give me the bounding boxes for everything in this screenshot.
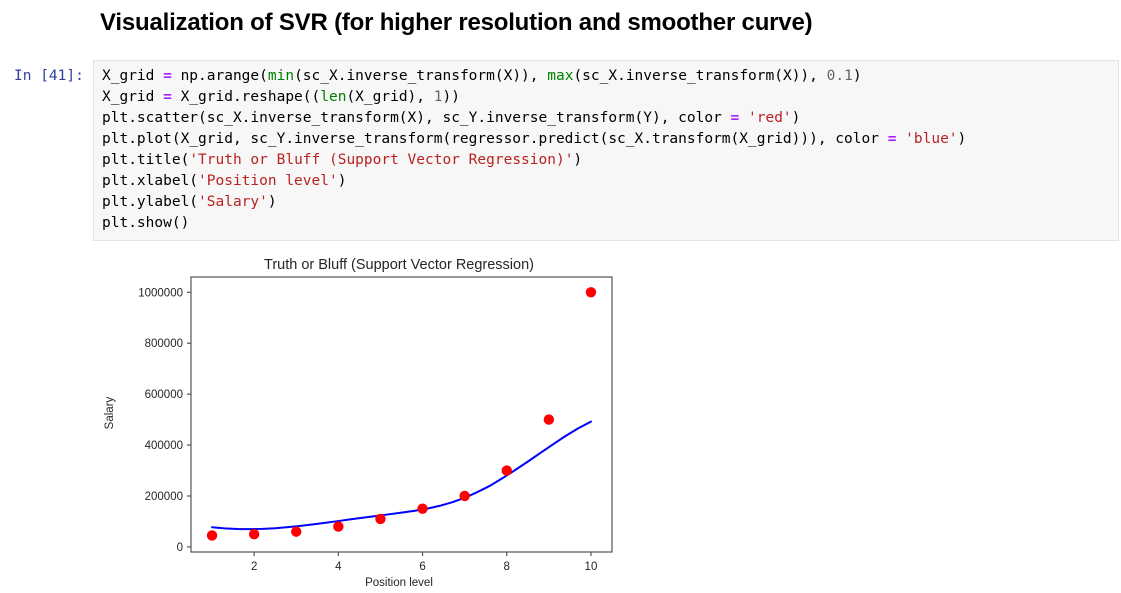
code-token: ) [337,173,347,189]
code-token: 'Salary' [198,194,268,210]
scatter-point [375,513,386,525]
code-token: min [267,68,295,84]
prediction-curve [211,420,592,531]
chart-title: Truth or Bluff (Support Vector Regressio… [264,257,534,273]
y-tick-label: 600000 [145,389,183,401]
scatter-point [417,503,428,514]
code-token: (sc_X.inverse_transform(X)), [573,68,827,84]
y-axis-label: Salary [104,396,116,429]
code-token: X_grid [102,68,164,84]
scatter-point [291,526,302,537]
code-token: plt.xlabel( [102,173,199,189]
scatter-point [459,490,470,502]
code-line: plt.plot(X_grid, sc_Y.inverse_transform(… [102,129,966,150]
scatter-point [206,530,218,541]
code-token: ) [957,131,967,147]
scatter-point [248,528,260,540]
y-axis-ticks: 0 200000 400000 600000 800000 1000000 [138,287,191,554]
x-tick-label: 6 [419,561,425,573]
code-token: = [163,68,172,84]
code-token: 'blue' [905,131,958,147]
scatter-point [585,287,597,298]
x-tick-label: 2 [251,561,257,573]
code-token: X_grid.reshape(( [171,89,321,105]
code-token: X_grid [102,89,164,105]
code-token: 'red' [748,110,792,126]
code-token: plt.show() [102,215,190,231]
code-token: plt.plot(X_grid, sc_Y.inverse_transform(… [102,131,888,147]
code-token: np.arange( [171,68,268,84]
code-token: 0.1 [826,68,853,84]
code-token: )) [442,89,460,105]
scatter-point [333,521,344,532]
y-tick-label: 0 [177,542,183,554]
x-tick-label: 4 [335,561,342,573]
code-token: plt.ylabel( [102,194,199,210]
y-tick-label: 400000 [145,440,183,452]
y-tick-label: 1000000 [138,287,183,299]
code-token: ) [267,194,277,210]
code-token: plt.title( [102,152,190,168]
code-token: 'Truth or Bluff (Support Vector Regressi… [189,152,574,168]
code-token: = [730,110,740,126]
x-axis-ticks: 2 4 6 8 10 [251,552,597,573]
page-title: Visualization of SVR (for higher resolut… [100,9,813,36]
y-tick-label: 200000 [145,491,183,503]
scatter-point [543,414,555,425]
code-token: plt.scatter(sc_X.inverse_transform(X), s… [102,110,731,126]
x-axis-label: Position level [365,577,433,589]
code-line: plt.ylabel('Salary') [102,192,966,213]
code-line: X_grid = np.arange(min(sc_X.inverse_tran… [102,66,966,87]
code-editor[interactable]: X_grid = np.arange(min(sc_X.inverse_tran… [93,60,1119,241]
svr-prediction-line [211,420,592,531]
code-token: = [163,89,172,105]
code-token: (sc_X.inverse_transform(X)), [294,68,548,84]
scatter-point [501,465,512,476]
matplotlib-figure: Truth or Bluff (Support Vector Regressio… [93,248,713,593]
cell-output-figure: Truth or Bluff (Support Vector Regressio… [93,248,713,593]
code-line: plt.title('Truth or Bluff (Support Vecto… [102,150,966,171]
code-token: len [320,89,347,105]
code-token: max [547,68,574,84]
code-token: ) [573,152,583,168]
code-line: plt.show() [102,213,966,234]
code-line: plt.scatter(sc_X.inverse_transform(X), s… [102,108,966,129]
code-token: 'Position level' [198,173,338,189]
notebook-code-cell: In [41]: X_grid = np.arange(min(sc_X.inv… [0,60,1121,243]
execution-count-prompt: In [41]: [14,68,84,84]
y-tick-label: 800000 [145,338,183,350]
code-line: X_grid = X_grid.reshape((len(X_grid), 1)… [102,87,966,108]
truth-scatter-points [206,287,597,541]
code-source[interactable]: X_grid = np.arange(min(sc_X.inverse_tran… [102,66,966,234]
code-token: ) [852,68,862,84]
code-line: plt.xlabel('Position level') [102,171,966,192]
code-token: ) [791,110,801,126]
code-token: (X_grid), [346,89,434,105]
x-tick-label: 10 [585,561,598,573]
x-tick-label: 8 [504,561,510,573]
code-token: 1 [433,89,443,105]
